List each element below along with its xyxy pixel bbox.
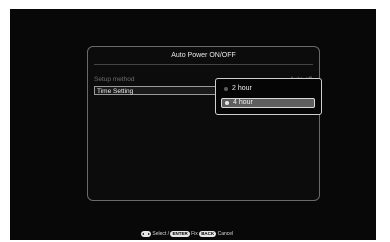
enter-key-icon: ENTER <box>170 231 190 237</box>
setup-method-label: Setup method <box>94 76 135 83</box>
radio-selected-icon <box>225 101 229 105</box>
settings-dialog: Auto Power ON/OFF Setup method Auto off … <box>87 46 320 201</box>
option-2-hour[interactable]: 2 hour <box>221 84 315 94</box>
fix-hint: Fix <box>191 231 198 237</box>
option-4-hour[interactable]: 4 hour <box>221 98 315 108</box>
option-label: 4 hour <box>233 99 253 106</box>
cancel-hint: Cancel <box>217 231 234 237</box>
tv-display: Auto Power ON/OFF Setup method Auto off … <box>10 9 376 240</box>
dialog-title: Auto Power ON/OFF <box>171 52 236 59</box>
time-options-popup: 2 hour 4 hour <box>215 78 322 115</box>
time-setting-label: Time Setting <box>97 88 134 95</box>
screen: Auto Power ON/OFF Setup method Auto off … <box>0 0 390 242</box>
time-setting-row[interactable]: Time Setting <box>94 86 218 95</box>
back-key-icon: BACK <box>199 231 217 237</box>
select-hint: Select / <box>152 231 170 237</box>
left-right-dpad-icon <box>141 231 151 237</box>
radio-icon <box>224 87 228 91</box>
footer-hint-bar: Select / ENTER Fix BACK Cancel <box>141 230 233 238</box>
title-divider <box>94 64 313 65</box>
option-label: 2 hour <box>232 85 252 92</box>
